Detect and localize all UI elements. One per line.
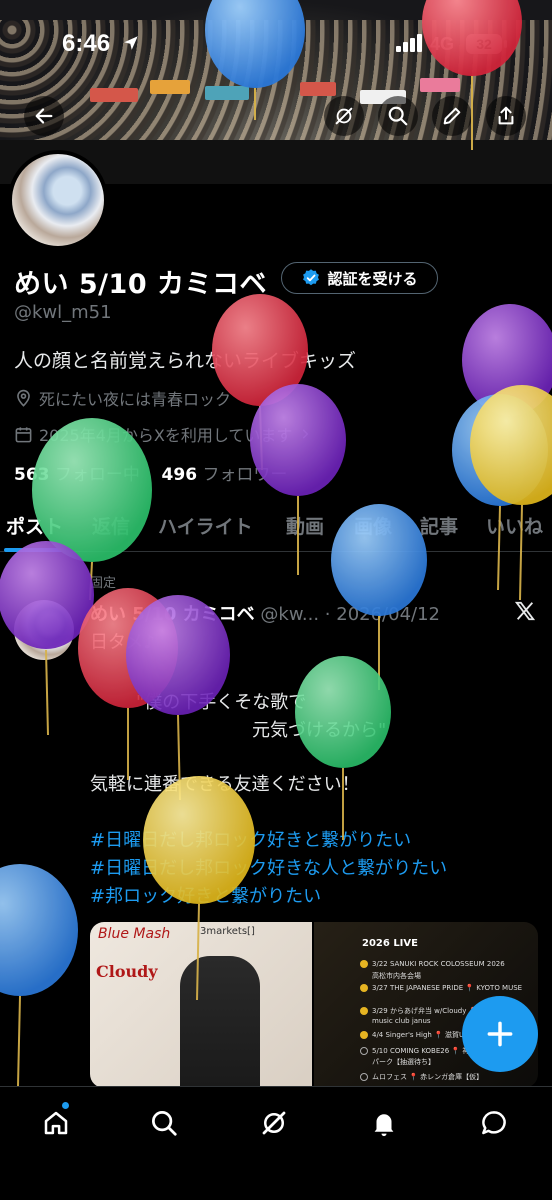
banner-flag [90, 88, 138, 102]
signal-icon [396, 34, 422, 52]
back-icon [35, 108, 53, 124]
profile-bio: 人の顔と名前覚えられないライブキッズ [14, 350, 357, 372]
post-media[interactable]: Blue Mash 3markets[] Cloudy 2026 LIVE 3/… [90, 922, 538, 1088]
share-icon [498, 106, 514, 125]
hashtag-link[interactable]: #日曜日だし邦ロック好きな人と繋がりたい [90, 854, 447, 880]
home-unread-dot [62, 1102, 69, 1109]
search-icon [388, 106, 408, 126]
balloon [462, 304, 552, 416]
tab-videos[interactable]: 動画 [286, 512, 324, 539]
location-pin-icon [17, 389, 30, 407]
media-image-left[interactable]: Blue Mash 3markets[] Cloudy [90, 922, 312, 1088]
following-count: 563 [14, 465, 50, 485]
followers-label: フォロワー [202, 465, 288, 485]
media-person [180, 956, 260, 1088]
following-link[interactable]: 563 フォロー中 [14, 465, 140, 485]
post-quote-line: 元気づけるから" [252, 720, 387, 741]
notifications-icon [374, 1114, 394, 1137]
x-logo-icon[interactable] [514, 600, 536, 622]
share-button[interactable] [486, 96, 526, 136]
live-title: 2026 LIVE [362, 938, 418, 949]
live-item: 高松市内各会場 [372, 972, 421, 980]
balloon [295, 656, 391, 840]
live-item: 3/27 THE JAPANESE PRIDE 📍 KYOTO MUSE [360, 984, 522, 992]
followers-link[interactable]: 496 フォロワー [162, 465, 288, 485]
post-author[interactable]: めい 5/10 カミコベ [90, 604, 255, 625]
location-text: 死にたい夜には青春ロック [39, 390, 232, 409]
nav-explore[interactable] [144, 1103, 184, 1143]
followers-count: 496 [161, 465, 198, 485]
nav-messages[interactable] [474, 1103, 514, 1143]
profile-handle: @kwl_m51 [14, 302, 112, 323]
balloon [470, 385, 552, 601]
chevron-right-icon [303, 429, 309, 439]
post-handle-date: @kw... · 2026/04/12 [260, 604, 440, 625]
profile-name: めい 5/10 カミコベ [14, 269, 268, 300]
nav-notifications[interactable] [364, 1103, 404, 1143]
media-band-text: Cloudy [96, 962, 158, 981]
media-tag-text: 3markets[] [200, 926, 255, 937]
tab-replies[interactable]: 返信 [92, 512, 130, 539]
grok-button[interactable] [324, 96, 364, 136]
profile-location: 死にたい夜には青春ロック [14, 386, 231, 410]
edit-button[interactable] [432, 96, 472, 136]
media-script-text: Blue Mash [98, 926, 171, 942]
post-avatar[interactable] [14, 600, 74, 660]
live-item: 5/10 COMING KOBE26 📍 神戸 [360, 1046, 476, 1056]
calendar-icon [15, 426, 32, 442]
profile-avatar[interactable] [8, 150, 108, 250]
live-item: 3/29 からあげ弁当 w/Cloudy 📍 [360, 1006, 477, 1016]
post-text-line: 日タメ♪ [90, 632, 155, 653]
compose-icon [487, 1021, 513, 1047]
back-button[interactable] [24, 96, 64, 136]
profile-tabs: ポスト 返信 ハイライト 動画 画像 記事 いいね [0, 500, 552, 552]
active-tab-indicator [4, 548, 66, 552]
pinned-label: 固定 [90, 576, 117, 591]
nav-grok[interactable] [254, 1103, 294, 1143]
live-item: パーク【抽選待ち】 [372, 1058, 435, 1066]
tab-highlights[interactable]: ハイライト [158, 512, 253, 539]
battery-tip [504, 40, 507, 48]
live-item: ムロフェス 📍 赤レンガ倉庫【仮】 [360, 1072, 483, 1082]
compose-button[interactable] [462, 996, 538, 1072]
location-arrow-icon [124, 36, 138, 50]
verified-badge-icon [303, 269, 320, 286]
post-quote-line: "僕の下手くそな歌で [136, 692, 307, 713]
post-text-line: 気軽に連番できる友達ください！ [90, 774, 360, 795]
home-icon [44, 1111, 68, 1135]
pencil-icon [443, 107, 461, 125]
explore-icon [152, 1111, 177, 1136]
profile-joined[interactable]: 2025年4月からXを利用しています [14, 422, 312, 446]
live-item: 3/22 SANUKI ROCK COLOSSEUM 2026 [360, 960, 505, 968]
hashtag-link[interactable]: #邦ロック好きと繋がりたい [90, 882, 321, 908]
grok-icon [262, 1111, 286, 1135]
tab-likes[interactable]: いいね [486, 512, 543, 539]
grok-icon [335, 107, 353, 125]
nav-home[interactable] [36, 1103, 76, 1143]
search-button[interactable] [378, 96, 418, 136]
tab-posts[interactable]: ポスト [6, 512, 63, 539]
hashtag-link[interactable]: #日曜日だし邦ロック好きと繋がりたい [90, 826, 411, 852]
live-item: music club janus [372, 1017, 431, 1025]
get-verified-button[interactable]: 認証を受ける [281, 262, 438, 294]
messages-icon [482, 1111, 506, 1135]
following-label: フォロー中 [54, 465, 140, 485]
status-bar: 6:46 4G 32 [0, 0, 552, 90]
tab-images[interactable]: 画像 [354, 512, 392, 539]
joined-text: 2025年4月からXを利用しています [39, 426, 293, 445]
balloon [452, 394, 548, 591]
network-type: 4G [430, 34, 455, 54]
battery-indicator: 32 [466, 34, 502, 54]
balloon [0, 864, 78, 1087]
follow-stats: 563 フォロー中 496 フォロワー [14, 460, 287, 485]
get-verified-label: 認証を受ける [327, 269, 418, 288]
bottom-navigation [0, 1086, 552, 1200]
tab-articles[interactable]: 記事 [420, 512, 458, 539]
post-header: めい 5/10 カミコベ @kw... · 2026/04/12 [90, 600, 440, 626]
status-time: 6:46 [62, 30, 111, 57]
